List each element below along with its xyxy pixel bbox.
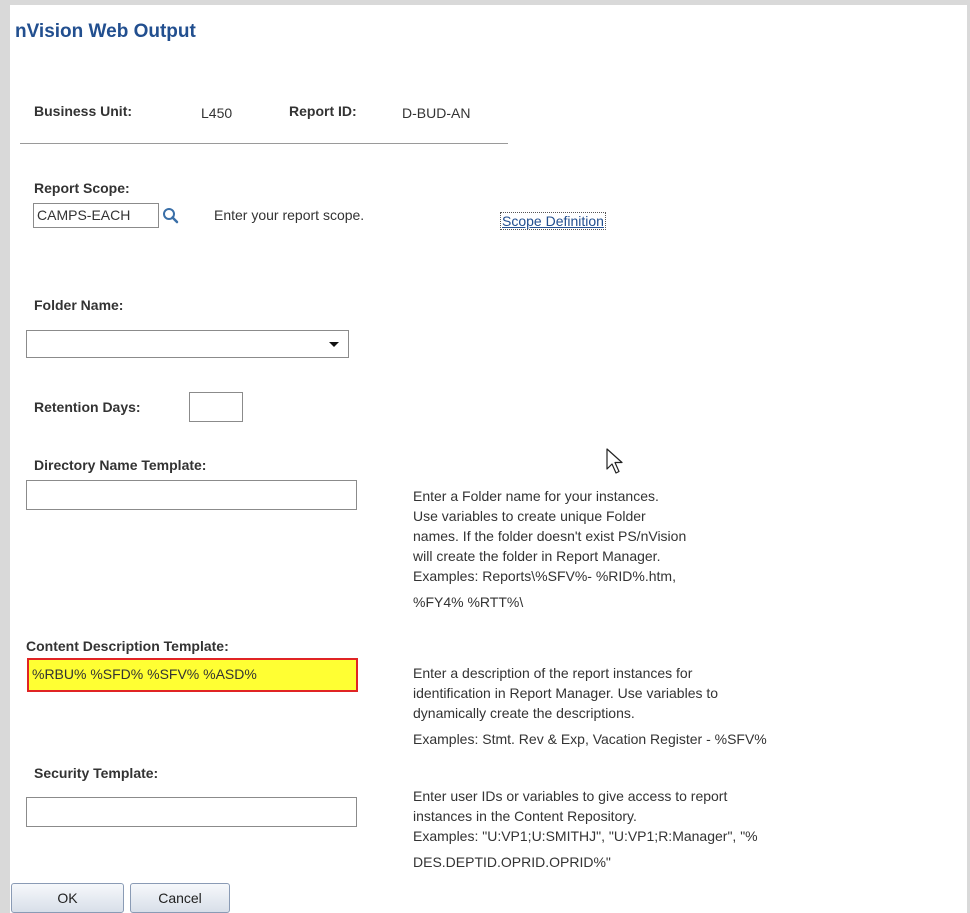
mouse-pointer-icon	[605, 447, 625, 478]
folder-name-select[interactable]	[26, 330, 349, 358]
business-unit-value: L450	[201, 105, 233, 121]
help-line: Enter a description of the report instan…	[413, 665, 693, 681]
help-line: Examples: Reports\%SFV%- %RID%.htm,	[413, 568, 676, 584]
scope-definition-link[interactable]: Scope Definition	[500, 212, 606, 230]
help-line: identification in Report Manager. Use va…	[413, 685, 719, 701]
help-line: names. If the folder doesn't exist PS/nV…	[413, 528, 687, 544]
security-template-input[interactable]	[26, 797, 357, 827]
ok-button[interactable]: OK	[11, 883, 124, 913]
help-line: Enter a Folder name for your instances.	[413, 488, 659, 504]
security-template-label: Security Template:	[34, 765, 159, 781]
content-template-help: Enter a description of the report instan…	[413, 663, 767, 749]
cancel-button[interactable]: Cancel	[130, 883, 230, 913]
help-line: instances in the Content Repository.	[413, 808, 637, 824]
window-frame-left	[0, 0, 10, 913]
report-id-value: D-BUD-AN	[402, 105, 471, 121]
help-line: Examples: "U:VP1;U:SMITHJ", "U:VP1;R:Man…	[413, 828, 758, 844]
business-unit-label: Business Unit:	[34, 103, 133, 119]
report-scope-input[interactable]: CAMPS-EACH	[33, 203, 159, 228]
content-template-input[interactable]: %RBU% %SFD% %SFV% %ASD%	[27, 658, 358, 692]
directory-template-help: Enter a Folder name for your instances. …	[413, 486, 686, 612]
retention-days-input[interactable]	[189, 392, 243, 422]
window-frame-top	[0, 0, 970, 5]
directory-template-label: Directory Name Template:	[34, 457, 207, 473]
magnifier-lookup-icon[interactable]	[161, 206, 181, 229]
report-id-label: Report ID:	[289, 103, 357, 119]
security-template-help: Enter user IDs or variables to give acce…	[413, 786, 758, 872]
report-scope-hint: Enter your report scope.	[214, 207, 365, 223]
help-line: Use variables to create unique Folder	[413, 508, 646, 524]
retention-days-label: Retention Days:	[34, 399, 141, 415]
header-divider	[20, 143, 508, 144]
folder-name-label: Folder Name:	[34, 297, 124, 313]
content-template-label: Content Description Template:	[26, 638, 229, 654]
help-line: Examples: Stmt. Rev & Exp, Vacation Regi…	[413, 731, 767, 747]
chevron-down-icon	[329, 342, 339, 347]
help-line: will create the folder in Report Manager…	[413, 548, 661, 564]
help-line: %FY4% %RTT%\	[413, 594, 524, 610]
help-line: DES.DEPTID.OPRID.OPRID%"	[413, 854, 611, 870]
directory-template-input[interactable]	[26, 480, 357, 510]
report-scope-label: Report Scope:	[34, 180, 130, 196]
help-line: dynamically create the descriptions.	[413, 705, 635, 721]
page-title: nVision Web Output	[15, 21, 196, 42]
help-line: Enter user IDs or variables to give acce…	[413, 788, 728, 804]
